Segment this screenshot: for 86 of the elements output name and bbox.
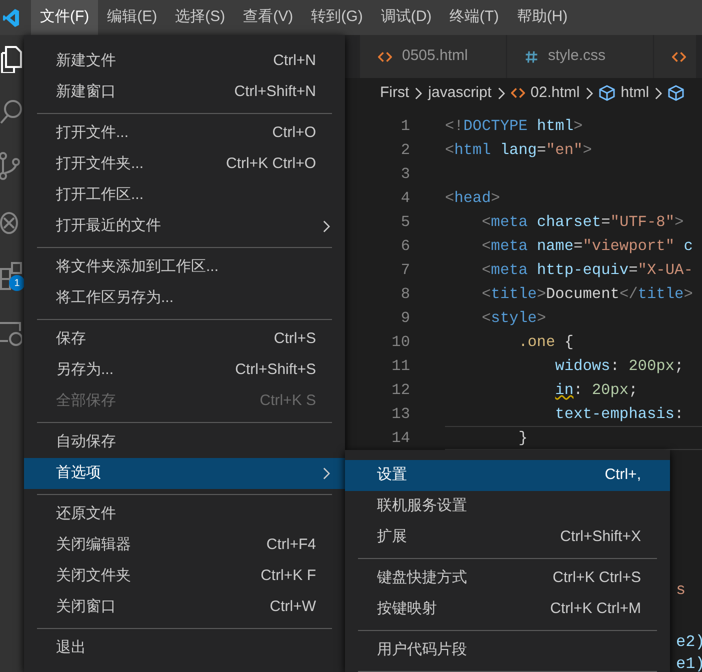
- menu-item[interactable]: 终端(T): [440, 0, 508, 35]
- menu-item[interactable]: 帮助(H): [508, 0, 577, 35]
- breadcrumb-item[interactable]: html: [598, 82, 650, 104]
- menu-item[interactable]: 文件(F): [31, 0, 98, 35]
- line-number: 14: [390, 428, 410, 449]
- line-number: 5: [400, 212, 410, 233]
- code-fragment: e1): [676, 654, 702, 672]
- menu-item[interactable]: 编辑(E): [98, 0, 166, 35]
- code-line: .one {: [517, 332, 574, 353]
- cube-icon: [668, 85, 684, 101]
- menu-item[interactable]: 打开文件夹... Ctrl+K Ctrl+O: [24, 149, 345, 180]
- extensions-icon[interactable]: [0, 261, 22, 291]
- menu-item[interactable]: 用户代码片段: [345, 635, 670, 666]
- menu-item[interactable]: 关闭文件夹 Ctrl+K F: [24, 561, 345, 592]
- menu-item[interactable]: 按键映射 Ctrl+K Ctrl+M: [345, 594, 670, 625]
- breadcrumb-item[interactable]: 02.html: [510, 82, 580, 104]
- line-number: 11: [390, 356, 410, 377]
- code-line: <meta http-equiv="X-UA-: [480, 260, 693, 281]
- chevron-icon: [586, 86, 593, 100]
- code-line: <html lang="en">: [445, 140, 592, 161]
- code-line: <!DOCTYPE html>: [445, 116, 583, 137]
- menu-item[interactable]: 联机服务设置: [345, 491, 670, 522]
- menu-item[interactable]: 另存为... Ctrl+Shift+S: [24, 355, 345, 386]
- menu-item[interactable]: 扩展 Ctrl+Shift+X: [345, 522, 670, 553]
- code-brackets-icon: [672, 50, 686, 64]
- code-line: text-emphasis:: [554, 404, 684, 425]
- line-number: 9: [400, 308, 410, 329]
- menu-item[interactable]: 转到(G): [302, 0, 372, 35]
- line-number: 10: [390, 332, 410, 353]
- line-number: 6: [400, 236, 410, 257]
- menu-item[interactable]: 将工作区另存为...: [24, 283, 345, 314]
- menu-item[interactable]: 键盘快捷方式 Ctrl+K Ctrl+S: [345, 563, 670, 594]
- line-number: 13: [390, 404, 410, 425]
- breadcrumb-item[interactable]: javascript: [428, 82, 492, 104]
- chevron-icon: [415, 86, 422, 100]
- code-brackets-icon: [378, 50, 392, 64]
- menu-item[interactable]: 首选项: [24, 458, 345, 489]
- line-number: 12: [390, 380, 410, 401]
- notification-badge: 1: [9, 275, 24, 291]
- menu-item[interactable]: 设置 Ctrl+,: [345, 460, 670, 491]
- breadcrumb-item[interactable]: First: [380, 82, 410, 104]
- editor-tab[interactable]: 0505.html: [360, 35, 507, 78]
- menu-item[interactable]: 关闭编辑器 Ctrl+F4: [24, 530, 345, 561]
- menu-item[interactable]: 打开工作区...: [24, 180, 345, 211]
- chevron-icon: [655, 86, 662, 100]
- menu-item[interactable]: 新建窗口 Ctrl+Shift+N: [24, 77, 345, 108]
- hash-icon: [525, 50, 538, 64]
- menu-item[interactable]: 新建文件 Ctrl+N: [24, 46, 345, 77]
- code-line: }: [517, 428, 528, 449]
- source-control-icon[interactable]: [0, 151, 22, 181]
- search-icon[interactable]: [0, 99, 22, 125]
- line-number: 4: [400, 188, 410, 209]
- menu-item[interactable]: 关闭窗口 Ctrl+W: [24, 592, 345, 623]
- menu-item[interactable]: 打开文件... Ctrl+O: [24, 118, 345, 149]
- editor-tab[interactable]: [654, 35, 697, 78]
- line-number: 7: [400, 260, 410, 281]
- files-icon[interactable]: [0, 43, 22, 73]
- menu-item[interactable]: 退出: [24, 633, 345, 664]
- code-line: <meta charset="UTF-8">: [480, 212, 684, 233]
- code-line: <title>Document</title>: [480, 284, 693, 305]
- code-line: <style>: [480, 308, 546, 329]
- menu-item[interactable]: 保存 Ctrl+S: [24, 324, 345, 355]
- menu-item[interactable]: 选择(S): [166, 0, 234, 35]
- menu-item[interactable]: 调试(D): [372, 0, 441, 35]
- chevron-icon: [323, 467, 330, 480]
- editor-tab[interactable]: style.css: [507, 35, 654, 78]
- code-line: <meta name="viewport" c: [480, 236, 693, 257]
- code-brackets-icon: [510, 86, 525, 100]
- code-fragment: s: [676, 580, 687, 600]
- line-number: 1: [400, 116, 410, 137]
- line-number: 3: [400, 164, 410, 185]
- app-logo-icon: [3, 8, 19, 26]
- code-line: in: 20px;: [554, 380, 638, 401]
- menu-item[interactable]: 查看(V): [234, 0, 302, 35]
- cube-icon: [598, 85, 615, 101]
- menu-item[interactable]: 还原文件: [24, 499, 345, 530]
- code-line: widows: 200px;: [554, 356, 684, 377]
- line-number: 8: [400, 284, 410, 305]
- line-number: 2: [400, 140, 410, 161]
- menu-item[interactable]: 打开最近的文件: [24, 211, 345, 242]
- chevron-icon: [323, 220, 330, 233]
- code-fragment: e2): [676, 632, 702, 652]
- menu-item[interactable]: 自动保存: [24, 427, 345, 458]
- code-line: <head>: [445, 188, 500, 209]
- menu-item[interactable]: 将文件夹添加到工作区...: [24, 252, 345, 283]
- chevron-icon: [498, 86, 505, 100]
